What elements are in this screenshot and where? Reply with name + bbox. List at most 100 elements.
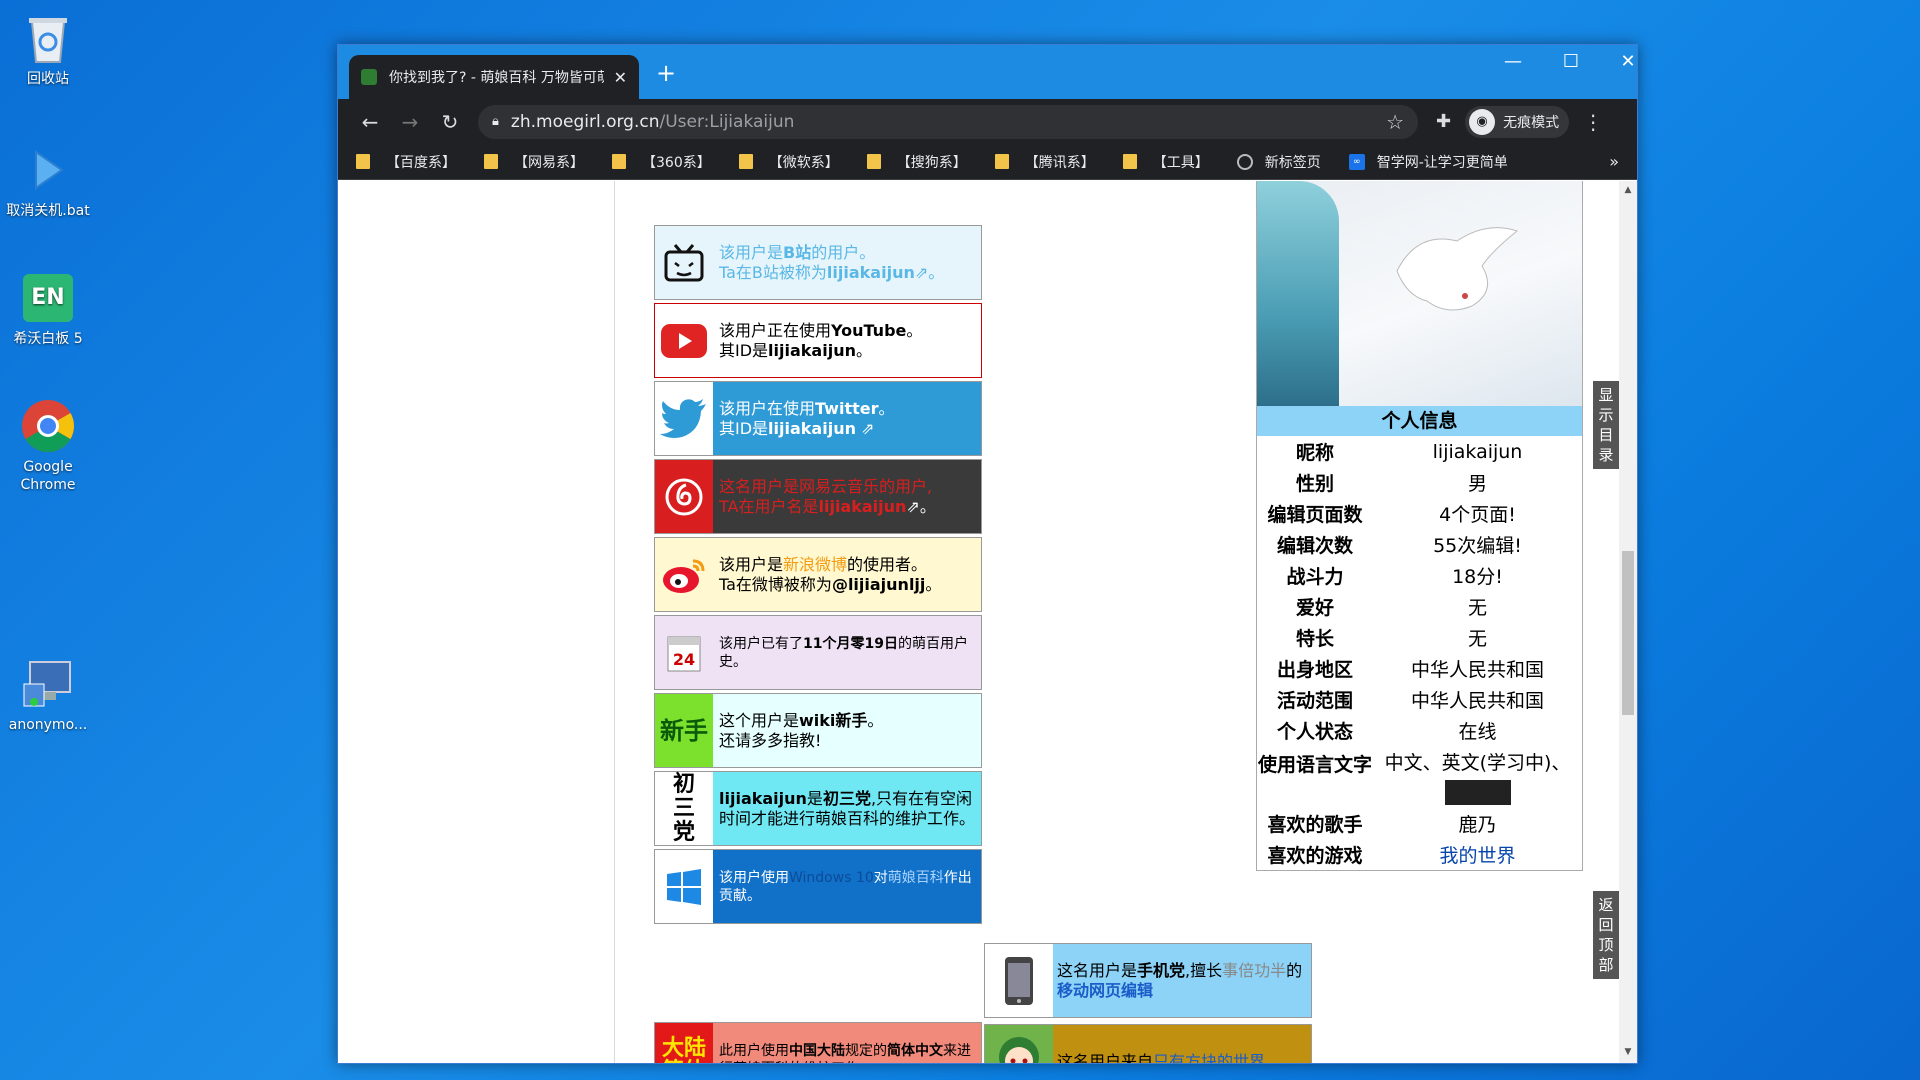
bookmark-label: 【搜狗系】 <box>896 154 967 171</box>
zhixue-favicon-icon: ∞ <box>1348 153 1365 170</box>
userbox-bilibili: 该用户是B站的用户。 Ta在B站被称为lijiakaijun⇗。 <box>654 225 982 300</box>
close-window-button[interactable]: ✕ <box>1608 51 1648 72</box>
desktop-icon-chrome[interactable]: Google Chrome <box>2 398 94 494</box>
title-bar: 你找到我了? - 萌娘百科 万物皆可萌 ✕ + — ☐ ✕ <box>338 45 1637 99</box>
link-favorite-game[interactable]: 我的世界 <box>1373 841 1582 868</box>
info-value-group: 中文、英文(学习中)、 <box>1373 746 1582 813</box>
userbox-account-age: 24 该用户已有了11个月零19日的萌百用户史。 <box>654 615 982 690</box>
desktop-icon-label: 回收站 <box>27 71 69 87</box>
desktop-icon-bat-file[interactable]: 取消关机.bat <box>2 142 94 220</box>
page-scrollbar[interactable]: ▲ ▼ <box>1619 181 1637 1063</box>
scroll-up-arrow-icon[interactable]: ▲ <box>1619 185 1637 195</box>
desktop-icon-label: anonymo... <box>8 717 88 733</box>
text: Ta在微博被称为 <box>719 574 832 594</box>
text: 手机党 <box>1137 960 1186 980</box>
bookmark-folder[interactable]: 【360系】 <box>612 152 711 172</box>
bookmark-label: 【360系】 <box>642 154 711 171</box>
bookmark-label: 【腾讯系】 <box>1024 154 1095 171</box>
bookmark-folder[interactable]: 【微软系】 <box>738 152 839 172</box>
minimize-button[interactable]: — <box>1493 51 1533 72</box>
folder-icon <box>866 154 881 169</box>
content-divider <box>614 181 615 1063</box>
scroll-thumb[interactable] <box>1622 551 1634 715</box>
link-bilibili-user[interactable]: lijiakaijun <box>827 263 915 282</box>
tab-close-icon[interactable]: ✕ <box>614 68 627 87</box>
bookmark-star-icon[interactable]: ☆ <box>1386 110 1404 134</box>
twitter-bird-icon <box>655 382 713 455</box>
info-row: 性别 男 <box>1257 467 1582 498</box>
info-key: 爱好 <box>1295 597 1334 619</box>
bookmark-label: 【百度系】 <box>386 154 456 171</box>
link-weibo[interactable]: 新浪微博 <box>783 555 847 574</box>
bookmark-folder[interactable]: 【工具】 <box>1122 152 1209 172</box>
bookmark-label: 【工具】 <box>1152 154 1209 171</box>
info-row: 使用语言文字 中文、英文(学习中)、 <box>1257 746 1582 808</box>
bookmark-folder[interactable]: 【网易系】 <box>484 152 584 172</box>
incognito-indicator[interactable]: ◉ 无痕模式 <box>1465 105 1570 138</box>
info-value: 无 <box>1467 597 1487 619</box>
reload-icon[interactable]: ↻ <box>430 110 470 134</box>
desktop-icon-anonymous[interactable]: anonymo... <box>2 656 94 734</box>
text: 的用户。 <box>811 242 876 262</box>
bookmarks-overflow-icon[interactable]: » <box>1609 152 1619 171</box>
browser-tab[interactable]: 你找到我了? - 萌娘百科 万物皆可萌 ✕ <box>349 55 639 99</box>
bookmark-folder[interactable]: 【搜狗系】 <box>866 152 967 172</box>
info-row: 喜欢的歌手 鹿乃 <box>1257 808 1582 839</box>
youtube-icon <box>655 304 713 377</box>
userbox-simplified-chinese: 大陆简体 此用户使用中国大陆规定的简体中文来进行萌娘百科的维护工作。 <box>654 1022 982 1063</box>
netease-music-icon <box>655 460 713 533</box>
text: wiki新手 <box>799 710 868 730</box>
mainland-badge: 大陆简体 <box>655 1023 713 1063</box>
browser-toolbar: ← → ↻ 🔒︎ zh.moegirl.org.cn/User:Lijiakai… <box>338 99 1637 144</box>
chrome-icon <box>20 398 76 454</box>
calendar-icon: 24 <box>655 616 713 689</box>
text: 中国大陆 <box>789 1042 845 1059</box>
info-value: 4个页面! <box>1439 504 1516 526</box>
info-header: 个人信息 <box>1257 406 1582 436</box>
info-value: 中文、英文(学习中)、 <box>1384 752 1571 774</box>
calendar-day: 24 <box>673 650 695 669</box>
maximize-button[interactable]: ☐ <box>1551 51 1591 72</box>
link-bilibili[interactable]: B站 <box>783 243 811 262</box>
text: 。 <box>867 710 884 730</box>
bookmark-page[interactable]: ∞ 智学网-让学习更简单 <box>1348 152 1508 172</box>
folder-icon <box>1122 154 1137 169</box>
back-to-top-button[interactable]: 返回顶部 <box>1593 891 1619 979</box>
text: YouTube <box>831 320 907 340</box>
lock-icon: 🔒︎ <box>492 114 499 129</box>
text: 11个月零19日 <box>803 635 898 652</box>
info-row: 活动范围 中华人民共和国 <box>1257 684 1582 715</box>
newbie-badge-label: 新手 <box>660 716 708 745</box>
link-netease-user[interactable]: lijiakaijun <box>818 497 906 516</box>
info-row: 昵称 lijiakaijun <box>1257 436 1582 467</box>
desktop-icon-recycle-bin[interactable]: 回收站 <box>2 10 94 88</box>
address-bar[interactable]: 🔒︎ zh.moegirl.org.cn/User:Lijiakaijun ☆ <box>478 104 1418 139</box>
bookmark-folder[interactable]: 【百度系】 <box>356 152 456 172</box>
folder-icon <box>484 154 498 169</box>
forward-arrow-icon[interactable]: → <box>390 110 430 134</box>
info-key: 喜欢的歌手 <box>1267 814 1363 836</box>
show-toc-button[interactable]: 显示目录 <box>1593 381 1619 469</box>
text: lijiakaijun <box>768 340 856 360</box>
desktop-icon-seewo[interactable]: EN 希沃白板 5 <box>2 270 94 348</box>
menu-kebab-icon[interactable]: ⋮ <box>1583 110 1603 134</box>
bookmark-page[interactable]: 新标签页 <box>1236 152 1321 172</box>
text: 这个用户是 <box>719 710 800 730</box>
new-tab-button[interactable]: + <box>656 59 676 87</box>
bookmarks-bar: 【百度系】 【网易系】 【360系】 【微软系】 【搜狗系】 【腾讯系】 【工具… <box>338 144 1637 180</box>
extensions-puzzle-icon[interactable]: ✚ <box>1436 111 1451 132</box>
userbox-twitter: 该用户在使用Twitter。 其ID是lijiakaijun ⇗ <box>654 381 982 456</box>
text: 该用户使用 <box>719 869 789 886</box>
scroll-down-arrow-icon[interactable]: ▼ <box>1619 1047 1637 1057</box>
globe-icon <box>1236 153 1253 170</box>
text: 这名用户来自 <box>1057 1051 1154 1064</box>
bookmark-folder[interactable]: 【腾讯系】 <box>994 152 1095 172</box>
link-twitter-user[interactable]: lijiakaijun <box>768 419 856 438</box>
info-value: 在线 <box>1458 721 1497 743</box>
info-key: 特长 <box>1295 628 1334 650</box>
link-minecraft[interactable]: 只有方块的世界 <box>1153 1052 1265 1064</box>
text: TA在用户名是 <box>719 496 819 516</box>
back-arrow-icon[interactable]: ← <box>350 110 390 134</box>
text: 这名用户是 <box>1057 960 1138 980</box>
link-mobile-edit[interactable]: 移动网页编辑 <box>1057 981 1153 1000</box>
